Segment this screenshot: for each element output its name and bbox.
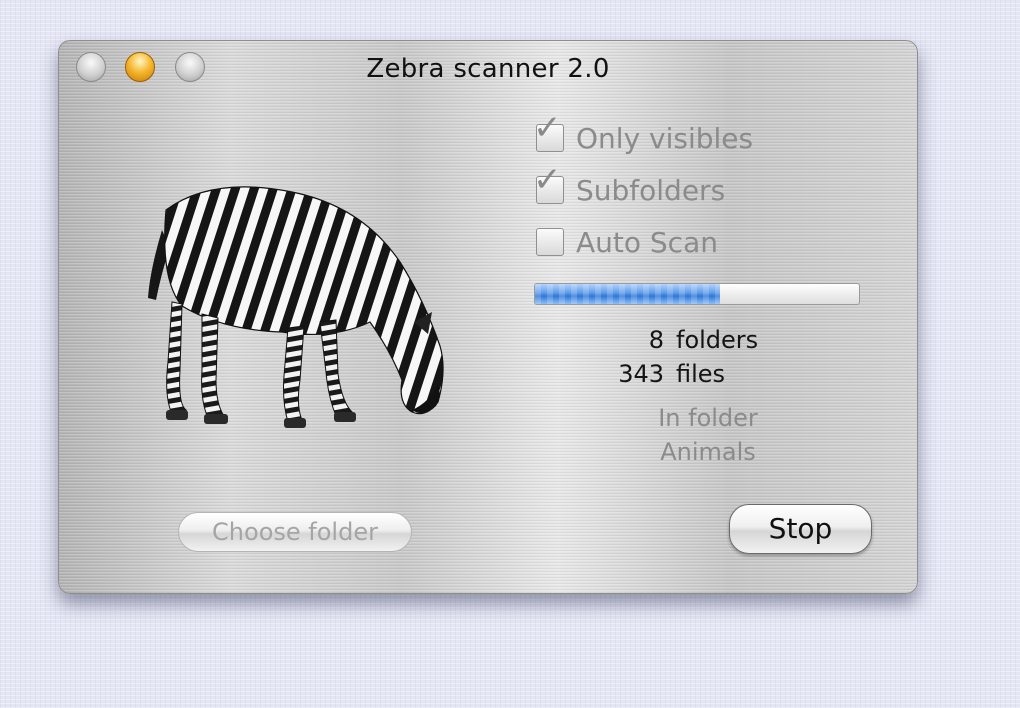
subfolders-label: Subfolders [576,173,726,207]
auto-scan-checkbox[interactable] [536,228,564,256]
checkmark-icon: ✓ [533,108,562,148]
files-count-label: files [676,360,726,388]
subfolders-checkbox[interactable]: ✓ [533,163,564,204]
scan-progress-bar [534,283,860,305]
checkmark-icon: ✓ [533,160,562,200]
files-count-value: 343 [618,360,664,388]
folders-count-value: 8 [648,326,664,354]
auto-scan-label: Auto Scan [576,225,718,259]
files-count: 343 files [588,360,828,388]
only-visibles-checkbox[interactable]: ✓ [533,111,564,152]
choose-folder-button[interactable]: Choose folder [178,512,412,552]
progress-fill [535,284,720,304]
main-window: Zebra scanner 2.0 ✓ Only visibles ✓ Subf… [58,40,918,594]
folders-count-label: folders [676,326,759,354]
window-title: Zebra scanner 2.0 [366,54,610,84]
option-auto-scan[interactable]: Auto Scan [536,222,718,262]
option-subfolders[interactable]: ✓ Subfolders [533,163,726,210]
stop-button[interactable]: Stop [729,504,872,554]
option-only-visibles[interactable]: ✓ Only visibles [533,111,754,158]
folders-count: 8 folders [588,326,828,354]
current-folder-name: Animals [660,438,756,466]
only-visibles-label: Only visibles [576,121,754,155]
zebra-image [148,186,444,428]
status-prefix: In folder [658,404,758,432]
